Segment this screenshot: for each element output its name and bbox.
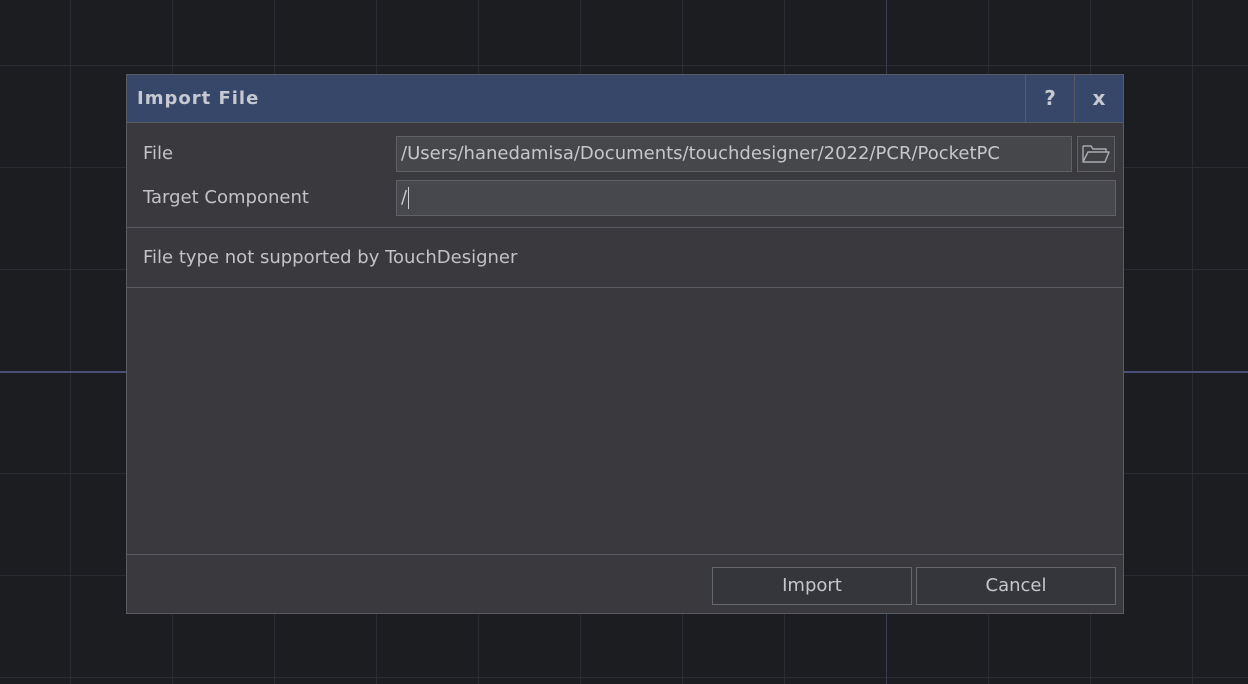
help-button[interactable]: ?: [1025, 75, 1074, 122]
import-button[interactable]: Import: [712, 567, 912, 605]
dialog-titlebar[interactable]: Import File ? x: [127, 75, 1123, 123]
divider: [127, 287, 1123, 288]
target-component-value: /: [401, 187, 408, 208]
status-message: File type not supported by TouchDesigner: [143, 247, 518, 268]
browse-button[interactable]: [1077, 136, 1115, 172]
target-component-label: Target Component: [143, 187, 309, 208]
divider: [127, 554, 1123, 555]
dialog-title: Import File: [137, 88, 260, 109]
target-component-field[interactable]: /: [396, 180, 1116, 216]
close-button[interactable]: x: [1074, 75, 1123, 122]
file-label: File: [143, 143, 174, 164]
text-caret: [408, 187, 410, 209]
file-path-field[interactable]: /Users/hanedamisa/Documents/touchdesigne…: [396, 136, 1072, 172]
file-path-value: /Users/hanedamisa/Documents/touchdesigne…: [401, 143, 1000, 164]
divider: [127, 227, 1123, 228]
cancel-button[interactable]: Cancel: [916, 567, 1116, 605]
import-file-dialog: Import File ? x File /Users/hanedamisa/D…: [126, 74, 1124, 614]
